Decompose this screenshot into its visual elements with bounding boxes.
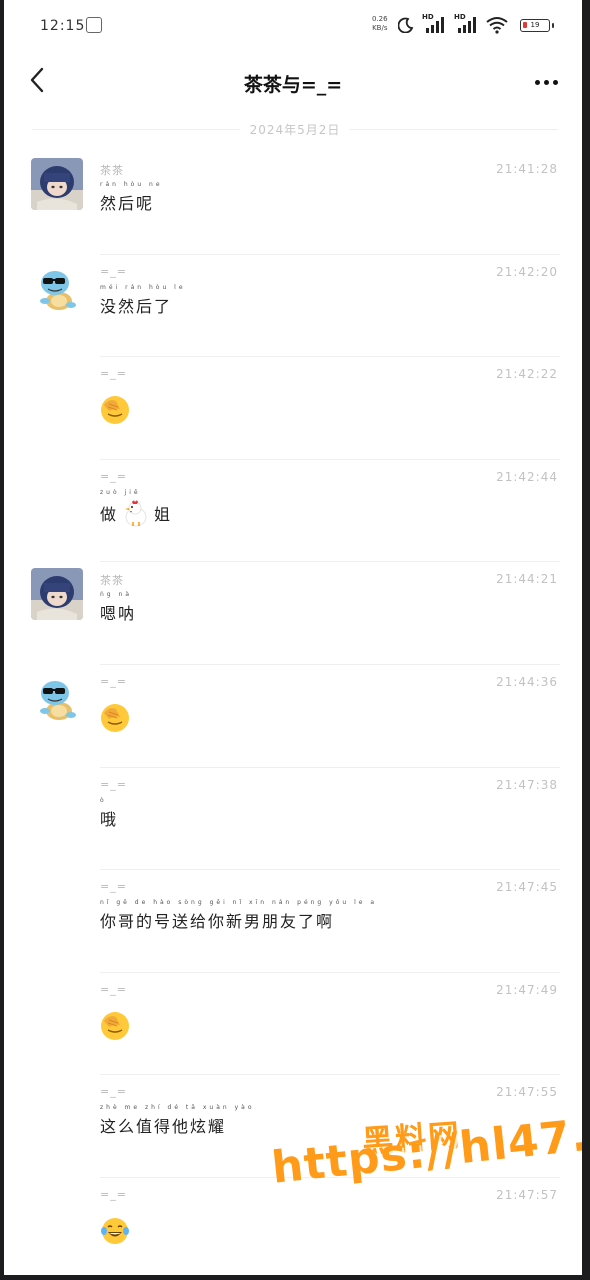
more-options-button[interactable] (530, 68, 562, 96)
sender-name: =_= (100, 1187, 127, 1201)
chicken-emoji-icon (125, 500, 147, 527)
status-bar: 12:15 0.26 KB/s HD HD 19 (4, 0, 582, 52)
message-time: 21:42:22 (496, 367, 558, 382)
notification-app-icon (86, 17, 102, 33)
message-bubble[interactable]: nǐ gē de hào sòng gěi nǐ xīn nán péng yǒ… (100, 899, 374, 932)
sender-name: =_= (100, 469, 127, 483)
sender-name: =_= (100, 777, 127, 791)
message-time: 21:42:44 (496, 469, 558, 484)
moon-icon (398, 17, 414, 33)
facepalm-emoji-icon (101, 1011, 129, 1040)
message-time: 21:47:38 (496, 777, 558, 792)
message-bubble[interactable]: ńg nà 嗯呐 (100, 591, 137, 624)
message-bubble[interactable] (100, 1011, 130, 1041)
message-row[interactable]: =_= 21:42:22 (4, 357, 582, 460)
network-speed-value: 0.26 (372, 15, 388, 23)
message-row[interactable]: =_= 21:42:44 zuò jiě 做 姐 (4, 460, 582, 563)
message-time: 21:44:36 (496, 674, 558, 689)
more-dots-icon (534, 79, 540, 85)
message-time: 21:47:45 (496, 880, 558, 895)
message-text-after: 姐 (154, 504, 173, 524)
message-row[interactable]: 茶茶 21:41:28 rán hòu ne 然后呢 (4, 152, 582, 255)
sender-name: =_= (100, 674, 127, 688)
message-time: 21:44:21 (496, 572, 558, 587)
sender-name: =_= (100, 1085, 127, 1099)
message-bubble[interactable] (100, 703, 130, 733)
message-text: 然后呢 (100, 194, 155, 213)
sender-name: =_= (100, 982, 127, 996)
message-row[interactable]: =_= 21:47:57 (4, 1178, 582, 1275)
facepalm-emoji-icon (101, 396, 129, 425)
message-text-before: 做 (100, 504, 119, 524)
message-bubble[interactable]: méi rán hòu le 没然后了 (100, 284, 183, 317)
pinyin-text: zhè me zhí dé tā xuàn yào (100, 1104, 255, 1112)
sender-name: =_= (100, 880, 127, 894)
message-list[interactable]: 茶茶 21:41:28 rán hòu ne 然后呢 =_= 21:42:20 … (4, 152, 582, 1275)
battery-level: 19 (530, 20, 540, 29)
message-time: 21:47:55 (496, 1085, 558, 1100)
date-divider: 2024年5月2日 (32, 120, 558, 138)
message-row[interactable]: =_= 21:47:49 (4, 973, 582, 1076)
pinyin-text: méi rán hòu le (100, 283, 186, 291)
divider-line-left (32, 128, 240, 130)
message-text: 嗯呐 (100, 604, 137, 624)
message-row[interactable]: 茶茶 21:44:21 ńg nà 嗯呐 (4, 562, 582, 665)
tears-of-joy-emoji-icon (101, 1217, 129, 1244)
squirtle-sunglasses-avatar[interactable] (31, 670, 83, 723)
squirtle-sunglasses-avatar[interactable] (31, 260, 83, 313)
message-time: 21:41:28 (496, 162, 558, 176)
sender-name: 茶茶 (100, 164, 124, 177)
pinyin-text: ńg nà (100, 591, 132, 599)
pinyin-text: zuò jiě (100, 488, 141, 496)
message-time: 21:47:57 (496, 1187, 558, 1202)
message-bubble[interactable]: ò 哦 (100, 797, 119, 830)
divider-line-right (350, 128, 558, 130)
status-icons: HD HD 19 (398, 13, 554, 36)
pinyin-text: rán hòu ne (100, 181, 163, 188)
message-row[interactable]: =_= 21:44:36 (4, 665, 582, 768)
message-bubble[interactable]: zhè me zhí dé tā xuàn yào 这么值得他炫耀 (100, 1104, 252, 1137)
message-bubble[interactable]: rán hòu ne 然后呢 (100, 181, 160, 214)
message-row[interactable]: =_= 21:47:38 ò 哦 (4, 768, 582, 871)
message-text: 这么值得他炫耀 (100, 1117, 227, 1137)
date-label: 2024年5月2日 (249, 122, 341, 137)
message-time: 21:42:20 (496, 264, 558, 279)
anime-girl-avatar[interactable] (31, 568, 83, 621)
chat-screen: 12:15 0.26 KB/s HD HD 19 茶茶与=_= 2024年5月2… (4, 0, 582, 1275)
nav-bar: 茶茶与=_= (4, 52, 582, 110)
battery-icon: 19 (520, 18, 554, 32)
anime-girl-avatar[interactable] (31, 158, 83, 210)
network-speed-unit: KB/s (372, 24, 388, 32)
facepalm-emoji-icon (101, 703, 129, 732)
status-time: 12:15 (40, 18, 86, 34)
message-bubble[interactable] (100, 395, 130, 425)
message-text: 你哥的号送给你新男朋友了啊 (100, 912, 335, 932)
pinyin-text: ò (100, 796, 107, 804)
pinyin-text: nǐ gē de hào sòng gěi nǐ xīn nán péng yǒ… (100, 899, 378, 907)
message-row[interactable]: =_= 21:42:20 méi rán hòu le 没然后了 (4, 255, 582, 358)
message-time: 21:47:49 (496, 982, 558, 997)
message-row[interactable]: =_= 21:47:45 nǐ gē de hào sòng gěi nǐ xī… (4, 870, 582, 973)
sender-name: =_= (100, 264, 127, 278)
wifi-icon (486, 17, 508, 34)
signal-2-icon: HD (454, 13, 478, 34)
more-dot (552, 79, 558, 85)
network-speed: 0.26 KB/s (372, 15, 388, 33)
sender-name: =_= (100, 367, 127, 381)
chat-title: 茶茶与=_= (243, 74, 343, 96)
message-text: 哦 (100, 809, 119, 829)
message-bubble[interactable]: zuò jiě 做 姐 (100, 489, 173, 528)
sender-name: 茶茶 (100, 574, 124, 588)
signal-1-icon: HD (422, 13, 446, 34)
message-bubble[interactable] (100, 1216, 130, 1246)
message-text: 没然后了 (100, 296, 173, 316)
more-dot (543, 79, 549, 85)
